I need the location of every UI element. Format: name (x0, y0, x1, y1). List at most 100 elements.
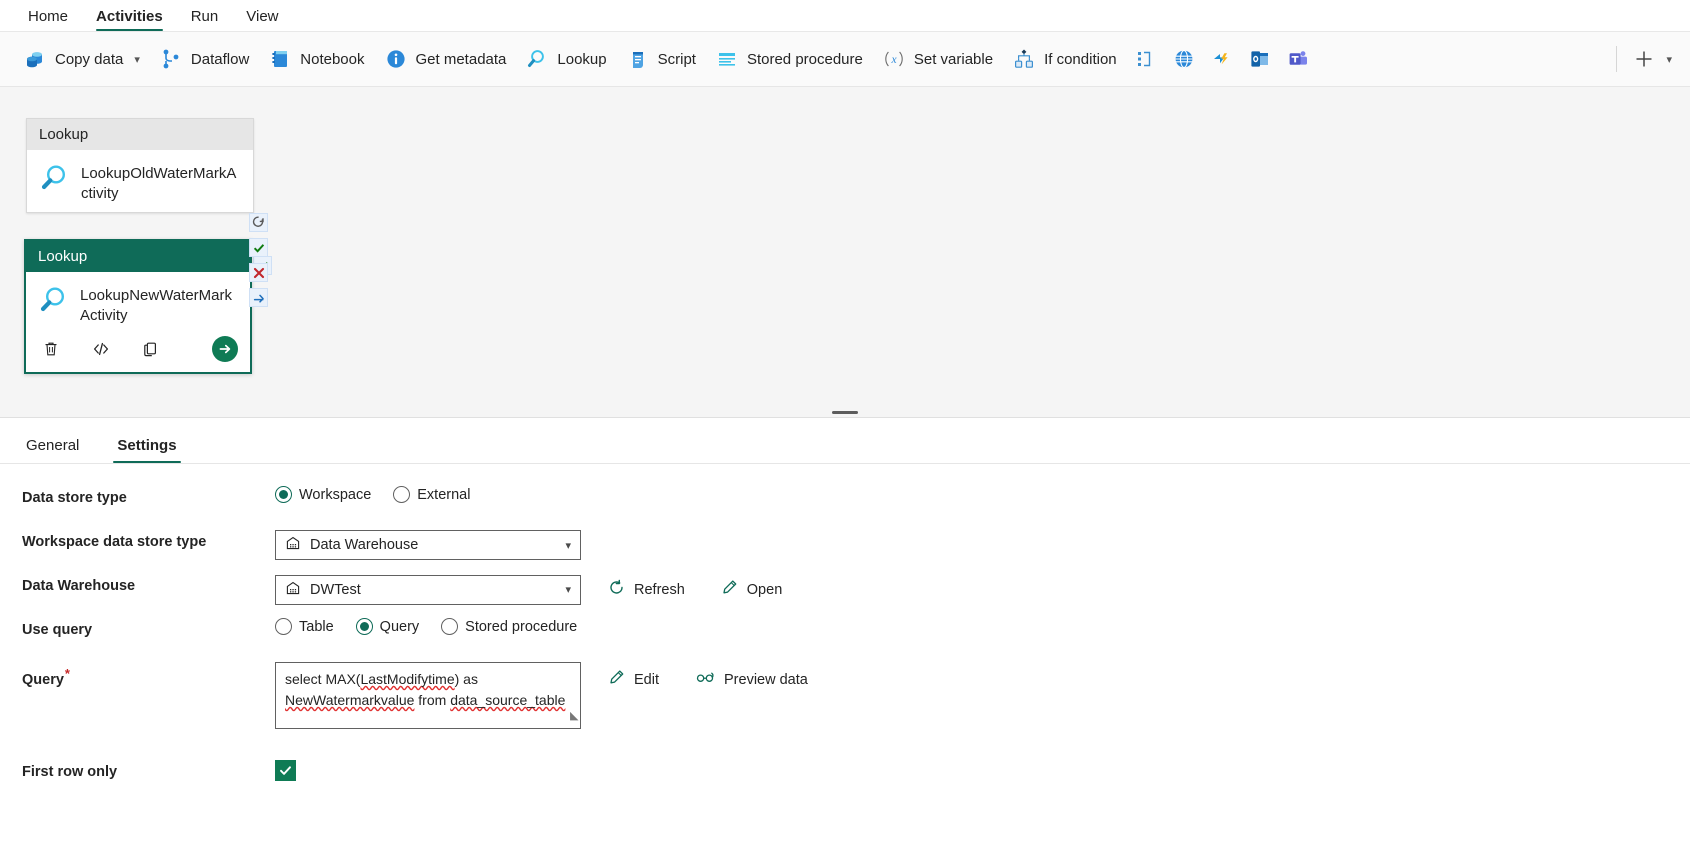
first-row-only-control (275, 760, 296, 781)
delete-icon[interactable] (40, 338, 62, 360)
code-view-icon[interactable] (90, 338, 112, 360)
data-warehouse-control: DWTest ▾ Refresh Open (275, 574, 791, 605)
query-token: LastModifytime (360, 671, 455, 687)
skip-arrow-icon[interactable] (249, 288, 268, 307)
web-activity-button[interactable] (1165, 42, 1203, 76)
ribbon-tab-view[interactable]: View (232, 5, 292, 31)
clone-icon[interactable] (140, 338, 162, 360)
radio-table[interactable]: Table (275, 618, 334, 635)
dataflow-button[interactable]: Dataflow (150, 42, 259, 76)
field-row-data-warehouse: Data Warehouse DWTest ▾ Refresh Open (0, 574, 1690, 618)
chevron-down-icon[interactable]: ▾ (1666, 53, 1672, 66)
activity-node-lookup-new-watermark[interactable]: Lookup LookupNewWaterMarkActivity (24, 239, 252, 374)
preview-data-label: Preview data (724, 671, 808, 688)
outlook-icon (1249, 48, 1271, 70)
ribbon-tab-activities[interactable]: Activities (82, 5, 177, 31)
query-token: NewWatermarkvalue (285, 692, 415, 708)
field-row-first-row-only: First row only (0, 760, 1690, 804)
data-store-type-control: Workspace External (275, 486, 470, 503)
chevron-down-icon[interactable]: ▾ (565, 539, 571, 552)
data-warehouse-label: Data Warehouse (22, 578, 136, 594)
teams-button[interactable] (1279, 42, 1317, 76)
pencil-icon (608, 669, 625, 690)
first-row-only-checkbox[interactable] (275, 760, 296, 781)
add-activity-button[interactable]: ▾ (1625, 42, 1680, 76)
ribbon-tab-strip: Home Activities Run View (0, 0, 1690, 32)
activity-node-status-group-new (249, 213, 268, 313)
pane-splitter[interactable] (0, 407, 1690, 418)
if-condition-icon (1013, 48, 1035, 70)
get-metadata-button[interactable]: Get metadata (375, 42, 517, 76)
refresh-button[interactable]: Refresh (599, 574, 694, 605)
radio-workspace[interactable]: Workspace (275, 486, 371, 503)
tab-general[interactable]: General (22, 437, 83, 463)
retry-arrow-icon[interactable] (249, 213, 268, 232)
chevron-down-icon[interactable]: ▾ (134, 53, 140, 66)
set-variable-button[interactable]: x Set variable (873, 42, 1003, 76)
if-condition-button[interactable]: If condition (1003, 42, 1127, 76)
edit-query-button[interactable]: Edit (599, 664, 668, 695)
set-variable-label: Set variable (913, 50, 994, 68)
activity-node-body: LookupOldWaterMarkActivity (27, 150, 253, 212)
chevron-down-icon[interactable]: ▾ (565, 583, 571, 596)
radio-stored-procedure[interactable]: Stored procedure (441, 618, 577, 635)
open-label: Open (746, 581, 783, 598)
switch-case-icon (1135, 48, 1157, 70)
stored-procedure-label: Stored procedure (746, 50, 863, 68)
data-store-type-radio-group: Workspace External (275, 486, 470, 503)
query-token: select MAX( (285, 671, 361, 687)
workspace-data-store-type-select[interactable]: Data Warehouse ▾ (275, 530, 581, 560)
failure-x-icon[interactable] (249, 263, 268, 282)
activity-node-type-label: Lookup (26, 241, 250, 272)
activity-node-type-label: Lookup (27, 119, 253, 150)
stored-procedure-button[interactable]: Stored procedure (706, 42, 873, 76)
ribbon-tab-home[interactable]: Home (14, 5, 82, 31)
magnifier-icon (39, 162, 71, 199)
azure-function-button[interactable] (1203, 42, 1241, 76)
notebook-button[interactable]: Notebook (259, 42, 374, 76)
copy-data-button[interactable]: Copy data ▾ (14, 42, 150, 76)
required-marker: * (64, 666, 70, 681)
outlook-button[interactable] (1241, 42, 1279, 76)
preview-data-button[interactable]: Preview data (686, 664, 817, 695)
dataflow-icon (160, 48, 182, 70)
switch-case-button[interactable] (1127, 42, 1165, 76)
use-query-radio-group: Table Query Stored procedure (275, 618, 577, 635)
if-condition-label: If condition (1044, 50, 1117, 68)
properties-tab-strip: General Settings (0, 418, 1690, 464)
success-check-icon[interactable] (249, 238, 268, 257)
get-metadata-label: Get metadata (415, 50, 507, 68)
refresh-label: Refresh (634, 581, 685, 598)
magnifier-icon (38, 284, 70, 321)
field-row-use-query: Use query Table Query Stored procedure (0, 618, 1690, 662)
settings-form: Data store type Workspace External Works… (0, 464, 1690, 804)
lookup-label: Lookup (557, 50, 607, 68)
data-warehouse-select[interactable]: DWTest ▾ (275, 574, 581, 605)
azure-function-icon (1211, 48, 1233, 70)
notebook-label: Notebook (300, 50, 365, 68)
radio-external[interactable]: External (393, 486, 470, 503)
radio-query[interactable]: Query (355, 618, 419, 635)
run-arrow-icon[interactable] (212, 336, 238, 362)
activity-node-body: LookupNewWaterMarkActivity (26, 272, 250, 334)
query-label-text: Query (22, 671, 64, 688)
ribbon-tab-run[interactable]: Run (177, 5, 233, 31)
activity-node-lookup-old-watermark[interactable]: Lookup LookupOldWaterMarkActivity (26, 118, 254, 213)
magnifier-icon (526, 48, 548, 70)
dataflow-label: Dataflow (190, 50, 250, 68)
pipeline-canvas[interactable]: Lookup LookupOldWaterMarkActivity Lookup (0, 87, 1690, 407)
radio-dot-icon (275, 618, 292, 635)
resize-grip-icon[interactable]: ◢ (570, 706, 578, 727)
script-scroll-icon (627, 48, 649, 70)
tab-settings[interactable]: Settings (113, 437, 181, 463)
set-variable-x-icon: x (883, 48, 905, 70)
script-button[interactable]: Script (617, 42, 706, 76)
lookup-button[interactable]: Lookup (516, 42, 616, 76)
query-textarea[interactable]: select MAX(LastModifytime) as NewWaterma… (275, 662, 581, 729)
use-query-label: Use query (22, 622, 93, 638)
warehouse-icon (285, 535, 301, 555)
open-button[interactable]: Open (712, 574, 791, 605)
field-row-workspace-data-store-type: Workspace data store type Data Warehouse… (0, 530, 1690, 574)
radio-external-label: External (417, 486, 471, 503)
radio-dot-icon (441, 618, 459, 635)
